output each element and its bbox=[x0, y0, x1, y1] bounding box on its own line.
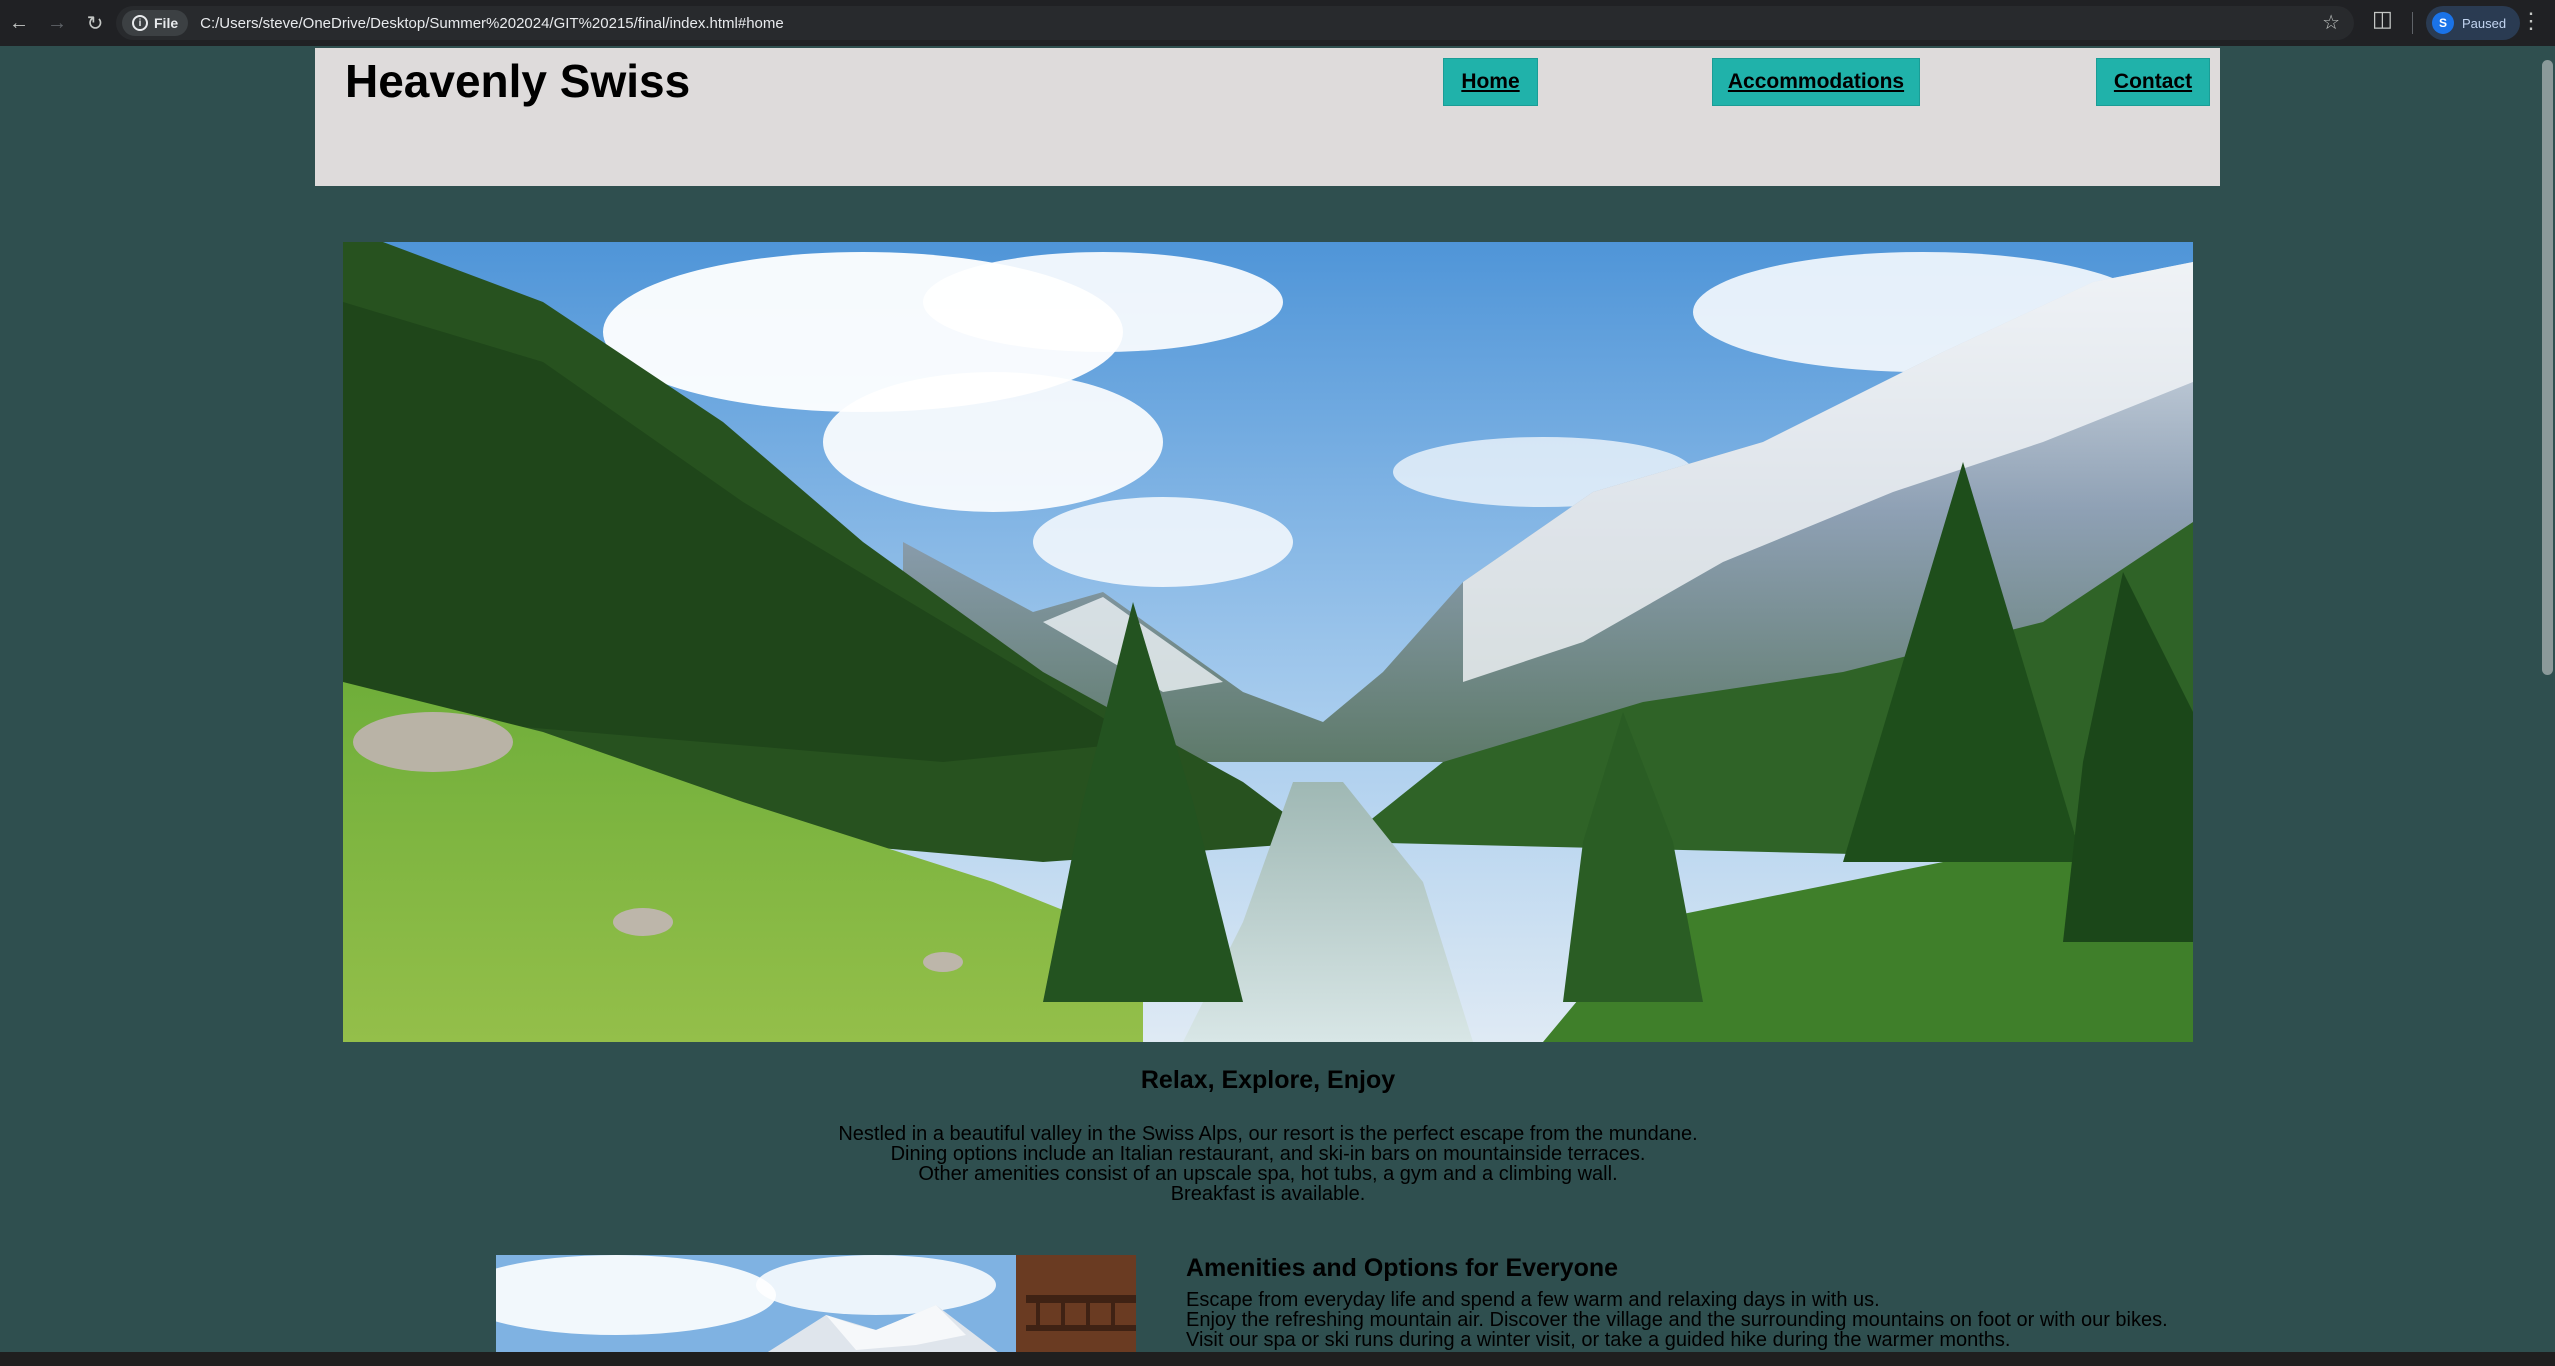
toolbar-divider bbox=[2412, 12, 2413, 34]
intro-line: Nestled in a beautiful valley in the Swi… bbox=[838, 1123, 1698, 1145]
amenities-line: Visit our spa or ski runs during a winte… bbox=[1186, 1329, 2011, 1351]
intro-line: Dining options include an Italian restau… bbox=[890, 1143, 1646, 1165]
amenities-paragraph: Escape from everyday life and spend a fe… bbox=[1186, 1290, 2186, 1350]
scrollbar-thumb[interactable] bbox=[2542, 60, 2553, 675]
file-label: File bbox=[154, 15, 179, 31]
profile-button[interactable]: S Paused bbox=[2426, 6, 2521, 40]
site-header: Heavenly Swiss Home Accommodations Conta… bbox=[315, 48, 2220, 186]
intro-line: Other amenities consist of an upscale sp… bbox=[918, 1163, 1618, 1185]
amenities-heading: Amenities and Options for Everyone bbox=[1186, 1254, 1619, 1282]
intro-heading: Relax, Explore, Enjoy bbox=[1140, 1066, 1396, 1094]
kebab-menu-icon[interactable]: ⋮ bbox=[2520, 10, 2542, 32]
url-text[interactable]: C:/Users/steve/OneDrive/Desktop/Summer%2… bbox=[200, 15, 784, 32]
puzzle-icon[interactable]: ◫ bbox=[2372, 6, 2393, 32]
info-icon: i bbox=[132, 15, 148, 31]
avatar: S bbox=[2432, 12, 2454, 34]
intro-paragraph: Nestled in a beautiful valley in the Swi… bbox=[343, 1124, 2193, 1204]
amenities-line: Escape from everyday life and spend a fe… bbox=[1186, 1289, 1880, 1311]
nav-home-link[interactable]: Home bbox=[1443, 58, 1538, 106]
arrow-right-icon: → bbox=[47, 11, 67, 34]
reload-button[interactable]: ↻ bbox=[78, 6, 112, 40]
amenities-line: Enjoy the refreshing mountain air. Disco… bbox=[1186, 1309, 2168, 1331]
nav-contact-link[interactable]: Contact bbox=[2096, 58, 2210, 106]
arrow-left-icon: ← bbox=[9, 11, 29, 34]
mountain-chalet-illustration bbox=[496, 1255, 1136, 1366]
amenity-image bbox=[496, 1255, 1136, 1366]
reload-icon: ↻ bbox=[86, 12, 104, 35]
hero-image bbox=[343, 242, 2193, 1042]
alpine-valley-illustration bbox=[343, 242, 2193, 1042]
site-info-chip[interactable]: i File bbox=[122, 10, 189, 36]
intro-line: Breakfast is available. bbox=[1170, 1183, 1366, 1205]
os-taskbar bbox=[0, 1352, 2555, 1366]
address-bar[interactable]: i File C:/Users/steve/OneDrive/Desktop/S… bbox=[116, 6, 2354, 40]
site-title: Heavenly Swiss bbox=[345, 55, 691, 107]
profile-status: Paused bbox=[2462, 15, 2507, 31]
nav-accommodations-link[interactable]: Accommodations bbox=[1712, 58, 1920, 106]
browser-toolbar: ← → ↻ i File C:/Users/steve/OneDrive/Des… bbox=[0, 0, 2555, 46]
forward-button[interactable]: → bbox=[40, 6, 74, 40]
back-button[interactable]: ← bbox=[2, 6, 36, 40]
star-icon[interactable]: ☆ bbox=[2322, 10, 2340, 35]
